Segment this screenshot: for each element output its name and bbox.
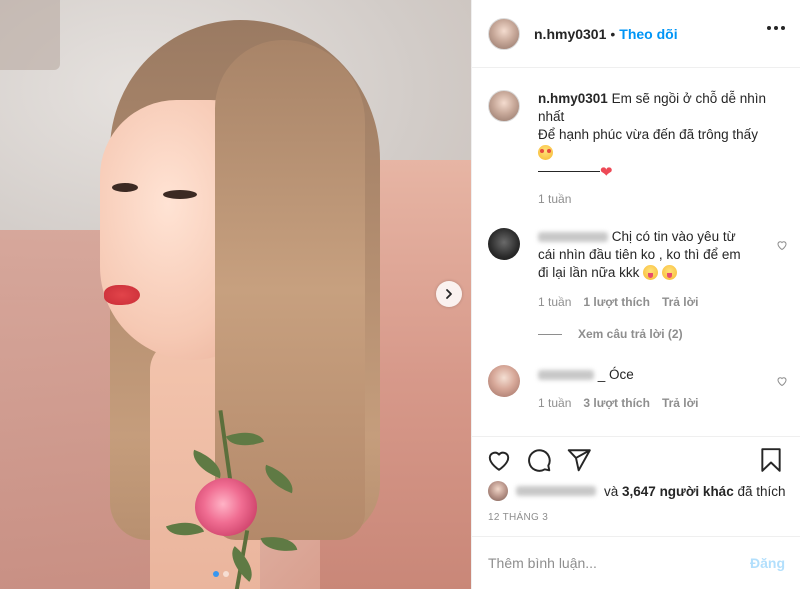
comment-time[interactable]: 1 tuần	[538, 295, 571, 309]
share-icon[interactable]	[566, 447, 592, 473]
photo-lips	[104, 285, 140, 305]
chevron-right-icon	[446, 289, 452, 299]
post-actions: và 3,647 người khác đã thích 12 THÁNG 3	[472, 436, 800, 523]
comment-text: Chị có tin vào yêu từ cái nhìn đầu tiên …	[538, 228, 753, 282]
caption-line-2: Để hạnh phúc vừa đến đã trông thấy	[538, 127, 758, 142]
caption-text: n.hmy0301 Em sẽ ngồi ở chỗ dễ nhìn nhất …	[538, 90, 768, 182]
photo-rose	[195, 478, 257, 536]
comment-time[interactable]: 1 tuần	[538, 396, 571, 410]
view-replies-line	[538, 333, 562, 335]
photo-eye	[163, 190, 197, 199]
tongue-face-icon	[643, 265, 659, 280]
smiling-face-hearts-icon	[538, 145, 553, 160]
commenter-username-blurred[interactable]	[538, 370, 594, 381]
post-date[interactable]: 12 THÁNG 3	[488, 512, 548, 523]
carousel-dot	[223, 571, 229, 577]
caption-username[interactable]: n.hmy0301	[538, 91, 608, 106]
comment-input[interactable]	[488, 555, 750, 571]
caption-meta: 1 tuần	[538, 192, 571, 206]
comment-text: _ Óce	[538, 366, 768, 384]
view-replies-button[interactable]: Xem câu trả lời (2)	[538, 327, 683, 341]
comment-like-count[interactable]: 3 lượt thích	[583, 396, 650, 410]
comment-meta: 1 tuần 3 lượt thích Trả lời	[538, 396, 698, 410]
comment-like-count[interactable]: 1 lượt thích	[583, 295, 650, 309]
commenter-avatar[interactable]	[488, 228, 520, 260]
add-comment-bar: Đăng	[472, 536, 800, 589]
red-heart-icon: ❤	[600, 164, 613, 181]
view-replies-label: Xem câu trả lời (2)	[578, 327, 683, 341]
carousel-dot-active	[213, 571, 219, 577]
caption-divider-line	[538, 170, 600, 172]
carousel-next-button[interactable]	[436, 281, 462, 307]
author-username[interactable]: n.hmy0301	[534, 26, 606, 42]
commenter-username-blurred[interactable]	[538, 232, 608, 243]
likes-summary: và 3,647 người khác đã thích	[488, 481, 786, 501]
like-comment-heart-icon[interactable]	[776, 375, 788, 387]
post-comment-button[interactable]: Đăng	[750, 555, 785, 571]
likes-suffix: đã thích	[737, 483, 786, 499]
photo-wall-frame	[0, 0, 60, 70]
likes-prefix: và	[604, 483, 619, 499]
comments-list[interactable]: n.hmy0301 Em sẽ ngồi ở chỗ dễ nhìn nhất …	[472, 68, 800, 436]
caption-time[interactable]: 1 tuần	[538, 192, 571, 206]
follow-button[interactable]: Theo dõi	[619, 26, 677, 42]
author-avatar[interactable]	[488, 17, 520, 50]
carousel-dots	[213, 571, 229, 577]
save-bookmark-icon[interactable]	[758, 447, 784, 473]
post-photo[interactable]	[0, 0, 471, 589]
like-comment-heart-icon[interactable]	[776, 239, 788, 251]
liker-avatar[interactable]	[488, 481, 508, 501]
commenter-avatar[interactable]	[488, 365, 520, 397]
post-header: n.hmy0301 • Theo dõi	[472, 0, 800, 68]
liker-username-blurred[interactable]	[516, 486, 596, 496]
caption-author-avatar[interactable]	[488, 90, 520, 122]
header-separator: •	[610, 25, 616, 42]
action-icons	[486, 447, 786, 475]
photo-eye	[112, 183, 138, 192]
reply-button[interactable]: Trả lời	[662, 396, 699, 410]
like-heart-icon[interactable]	[486, 447, 512, 473]
tongue-face-icon	[661, 265, 677, 280]
more-options-icon[interactable]	[767, 26, 785, 30]
comment-body: _ Óce	[597, 367, 634, 382]
comment-meta: 1 tuần 1 lượt thích Trả lời	[538, 295, 698, 309]
photo-hair-front	[215, 40, 365, 540]
reply-button[interactable]: Trả lời	[662, 295, 699, 309]
post-side-panel: n.hmy0301 • Theo dõi n.hmy0301 Em sẽ ngồ…	[471, 0, 800, 589]
instagram-post: n.hmy0301 • Theo dõi n.hmy0301 Em sẽ ngồ…	[0, 0, 800, 589]
likes-count[interactable]: 3,647 người khác	[622, 484, 734, 499]
comment-icon[interactable]	[526, 447, 552, 473]
